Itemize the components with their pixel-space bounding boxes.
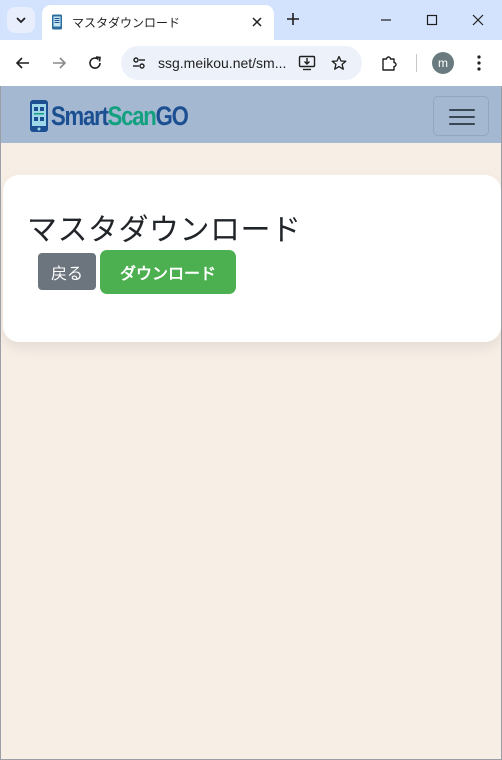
minimize-icon	[381, 19, 391, 21]
brand-name: SmartScanGO	[51, 100, 189, 132]
navbar-toggler-button[interactable]	[433, 96, 489, 136]
close-icon	[472, 14, 484, 26]
phone-icon	[52, 14, 62, 30]
close-window-button[interactable]	[468, 10, 488, 30]
tab-list-button[interactable]	[7, 7, 35, 33]
back-button[interactable]: 戻る	[38, 253, 96, 290]
kebab-menu-icon	[477, 55, 481, 71]
main-card: マスタダウンロード 戻る ダウンロード	[3, 175, 501, 342]
back-nav-button[interactable]	[12, 52, 34, 74]
arrow-left-icon	[15, 57, 29, 69]
bookmark-button[interactable]	[329, 53, 349, 73]
new-tab-button[interactable]	[284, 10, 302, 28]
profile-avatar[interactable]: m	[432, 52, 454, 74]
tune-icon	[133, 57, 145, 69]
tab-close-button[interactable]	[248, 13, 266, 31]
download-button[interactable]: ダウンロード	[100, 250, 236, 294]
phone-icon	[30, 100, 48, 132]
extensions-button[interactable]	[378, 52, 400, 74]
minimize-button[interactable]	[376, 10, 396, 30]
install-icon	[298, 55, 316, 71]
forward-nav-button[interactable]	[48, 52, 70, 74]
page-title: マスタダウンロード	[27, 213, 302, 248]
address-bar[interactable]: ssg.meikou.net/sm...	[121, 46, 362, 80]
install-app-button[interactable]	[297, 53, 317, 73]
site-navbar: SmartScanGO	[1, 86, 501, 143]
plus-icon	[287, 13, 299, 25]
page-viewport: SmartScanGO マスタダウンロード 戻る ダウンロード	[0, 86, 502, 760]
maximize-icon	[426, 14, 438, 26]
hamburger-icon	[449, 109, 475, 111]
site-info-button[interactable]	[129, 53, 149, 73]
browser-menu-button[interactable]	[468, 52, 490, 74]
chevron-down-icon	[16, 17, 26, 24]
tab-strip: マスタダウンロード	[0, 0, 502, 40]
close-icon	[252, 17, 262, 27]
arrow-right-icon	[53, 57, 67, 69]
reload-icon	[89, 56, 101, 69]
reload-button[interactable]	[84, 52, 106, 74]
browser-tab[interactable]: マスタダウンロード	[42, 5, 274, 40]
brand-go: GO	[155, 100, 189, 131]
toolbar-divider	[416, 54, 417, 72]
brand-smart: Smart	[51, 100, 109, 131]
puzzle-icon	[382, 56, 397, 71]
hamburger-line	[449, 116, 475, 118]
maximize-button[interactable]	[422, 10, 442, 30]
tab-title: マスタダウンロード	[72, 16, 181, 30]
hamburger-line	[449, 123, 475, 125]
browser-toolbar: ssg.meikou.net/sm... m	[0, 40, 502, 86]
brand-logo[interactable]: SmartScanGO	[29, 99, 218, 133]
star-icon	[331, 55, 347, 70]
brand-scan: Scan	[107, 100, 157, 131]
url-text[interactable]: ssg.meikou.net/sm...	[158, 55, 286, 71]
